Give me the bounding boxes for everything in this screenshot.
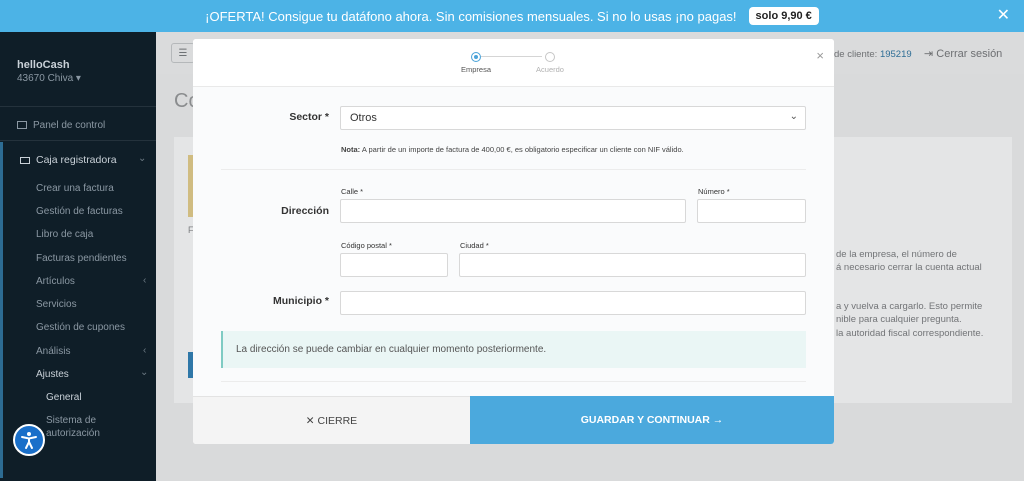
section-divider (221, 169, 806, 170)
card-text-line: la autoridad fiscal correspondiente. (836, 328, 984, 339)
sidebar-item-cash-register-label: Caja registradora (36, 154, 117, 166)
card-text-line: a y vuelva a cargarlo. Esto permite (836, 301, 983, 312)
sidebar-item-settings[interactable]: Ajustes (36, 369, 69, 380)
street-label: Calle * (341, 187, 364, 196)
sidebar-item-dashboard[interactable]: Panel de control (17, 120, 105, 131)
location-selector[interactable]: 43670 Chiva ▾ (17, 73, 81, 84)
client-label: de cliente: (834, 49, 880, 60)
note-text: A partir de un importe de factura de 400… (360, 145, 684, 154)
company-setup-modal: Empresa Acuerdo × Sector * Otros ⌄ Nota:… (193, 39, 834, 444)
step-indicator-icon (545, 52, 555, 62)
postal-code-label: Código postal * (341, 241, 392, 250)
chevron-left-icon: ‹ (143, 345, 147, 356)
sidebar-item-cash-register[interactable]: Caja registradora (20, 154, 117, 166)
sidebar-item-general[interactable]: General (46, 392, 82, 403)
chevron-down-icon: ⌄ (140, 367, 149, 378)
dashboard-icon (17, 121, 27, 130)
promo-price-badge[interactable]: solo 9,90 € (748, 7, 819, 25)
sector-value: Otros (350, 112, 377, 124)
step-label: Empresa (460, 65, 491, 74)
client-number-value[interactable]: 195219 (880, 49, 912, 60)
number-label: Número * (698, 187, 730, 196)
sidebar-item-auth-system-line2[interactable]: autorización (46, 428, 100, 439)
sector-select[interactable]: Otros ⌄ (340, 106, 806, 130)
postal-code-input[interactable] (340, 253, 448, 277)
step-agreement[interactable]: Acuerdo (520, 52, 580, 74)
accessibility-icon (21, 432, 37, 449)
info-message: La dirección se puede cambiar en cualqui… (221, 331, 806, 368)
sidebar-item-create-invoice[interactable]: Crear una factura (36, 183, 114, 194)
modal-close-icon[interactable]: × (816, 48, 824, 63)
cash-register-icon (20, 156, 30, 164)
sidebar-divider (0, 106, 156, 107)
promo-banner: ¡OFERTA! Consigue tu datáfono ahora. Sin… (0, 0, 1024, 32)
step-label: Acuerdo (536, 65, 564, 74)
street-input[interactable] (340, 199, 686, 223)
sidebar-item-articles[interactable]: Artículos (36, 276, 75, 287)
logout-icon: ⇥ (924, 48, 937, 60)
accessibility-button[interactable] (13, 424, 45, 456)
brand-name: helloCash (17, 59, 70, 71)
number-input[interactable] (697, 199, 806, 223)
step-indicator-icon (471, 52, 481, 62)
chevron-left-icon: ‹ (143, 275, 147, 286)
card-text-line: nible para cualquier pregunta. (836, 314, 962, 325)
chevron-down-icon: ⌄ (138, 153, 147, 164)
note-prefix: Nota: (341, 145, 361, 154)
sidebar-item-services[interactable]: Servicios (36, 299, 77, 310)
logout-button[interactable]: ⇥ Cerrar sesión (924, 47, 1002, 60)
sidebar-item-coupons[interactable]: Gestión de cupones (36, 322, 125, 333)
modal-header: Empresa Acuerdo × (193, 39, 834, 87)
step-company[interactable]: Empresa (446, 52, 506, 74)
modal-body: Sector * Otros ⌄ Nota: A partir de un im… (193, 87, 834, 396)
sidebar-item-invoice-management[interactable]: Gestión de facturas (36, 206, 123, 217)
section-divider (221, 381, 806, 382)
modal-footer: ✕ CIERRE GUARDAR Y CONTINUAR → (193, 396, 834, 444)
city-input[interactable] (459, 253, 806, 277)
sidebar-item-analysis[interactable]: Análisis (36, 346, 70, 357)
sidebar-item-dashboard-label: Panel de control (33, 120, 106, 131)
sidebar-item-cash-book[interactable]: Libro de caja (36, 229, 93, 240)
sidebar-item-auth-system-line1[interactable]: Sistema de (46, 415, 96, 426)
hamburger-icon: ☰ (178, 47, 188, 59)
save-and-continue-button[interactable]: GUARDAR Y CONTINUAR → (470, 396, 834, 444)
chevron-down-icon: ⌄ (789, 111, 798, 122)
sidebar-divider (0, 140, 156, 141)
active-section-bar (0, 142, 3, 478)
municipality-label: Municipio * (273, 295, 329, 307)
invoice-note: Nota: A partir de un importe de factura … (341, 145, 684, 154)
close-button[interactable]: ✕ CIERRE (193, 396, 470, 444)
client-number: de cliente: 195219 (834, 49, 912, 60)
address-section-label: Dirección (281, 205, 329, 217)
card-text-line: de la empresa, el número de (836, 249, 957, 260)
sidebar-item-pending-invoices[interactable]: Facturas pendientes (36, 253, 127, 264)
logout-label: Cerrar sesión (936, 48, 1003, 60)
banner-close-icon[interactable]: ✕ (997, 7, 1010, 25)
municipality-input[interactable] (340, 291, 806, 315)
sector-label: Sector * (289, 111, 329, 123)
promo-text: ¡OFERTA! Consigue tu datáfono ahora. Sin… (205, 8, 737, 24)
menu-toggle-button[interactable]: ☰ (171, 43, 195, 63)
sidebar: helloCash 43670 Chiva ▾ Panel de control… (0, 32, 156, 481)
city-label: Ciudad * (460, 241, 489, 250)
card-text-line: á necesario cerrar la cuenta actual (836, 262, 982, 273)
